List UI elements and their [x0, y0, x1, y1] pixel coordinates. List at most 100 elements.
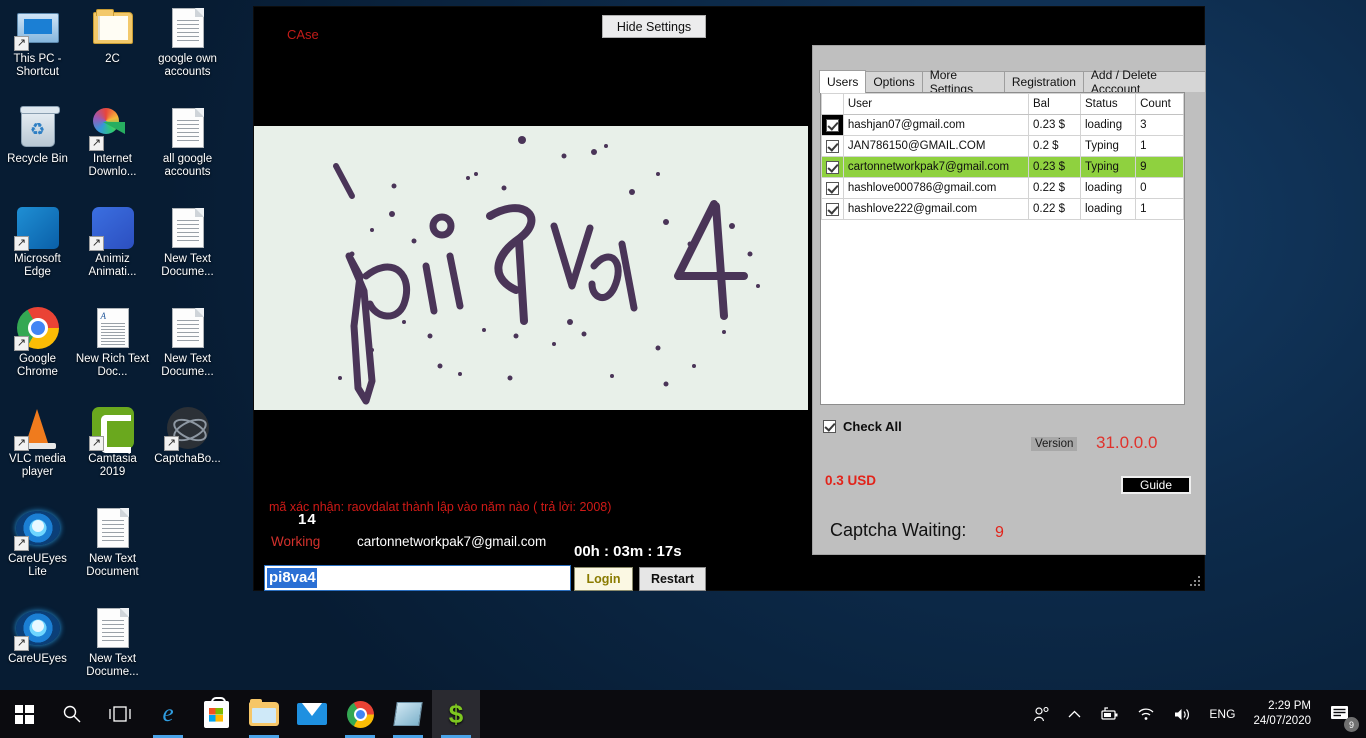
desktop-icon[interactable]: New Text Docume...	[75, 600, 150, 700]
notifications-button[interactable]: 9	[1320, 690, 1360, 738]
captcha-image	[254, 126, 808, 410]
shortcut-arrow-icon: ↗	[14, 36, 29, 51]
guide-button[interactable]: Guide	[1121, 476, 1191, 494]
folder-icon-art	[92, 8, 133, 44]
desktop-icon-label: New Text Docume...	[161, 253, 214, 278]
this-pc-icon: ↗	[14, 4, 61, 51]
desktop-icon[interactable]: New Text Docume...	[150, 200, 225, 300]
row-checkbox[interactable]	[825, 139, 839, 153]
tab-registration[interactable]: Registration	[1003, 71, 1084, 92]
row-checkbox-cell[interactable]	[821, 135, 844, 157]
desktop-icon[interactable]: ↗ Internet Downlo...	[75, 100, 150, 200]
edge-button[interactable]: e	[144, 690, 192, 738]
file-explorer-button[interactable]	[240, 690, 288, 738]
desktop-icon[interactable]: New Text Docume...	[150, 300, 225, 400]
text-document-icon	[164, 4, 211, 51]
notification-count: 9	[1344, 717, 1359, 732]
start-button[interactable]	[0, 690, 48, 738]
desktop-icon-label: Google Chrome	[17, 353, 58, 378]
table-row[interactable]: JAN786150@GMAIL.COM 0.2 $ Typing 1	[821, 135, 1184, 157]
resize-grip[interactable]	[1190, 576, 1202, 588]
row-checkbox-cell[interactable]	[821, 198, 844, 220]
table-row[interactable]: hashlove000786@gmail.com 0.22 $ loading 0	[821, 177, 1184, 199]
tab-more-settings[interactable]: More Settings	[921, 68, 1005, 96]
row-checkbox-cell[interactable]	[821, 177, 844, 199]
desktop-icon[interactable]: Recycle Bin	[0, 100, 75, 200]
cell-user: hashjan07@gmail.com	[842, 114, 1030, 136]
col-header-bal[interactable]: Bal	[1028, 93, 1081, 115]
row-checkbox-cell[interactable]	[821, 114, 844, 136]
row-checkbox-cell[interactable]	[821, 156, 844, 178]
recycle-bin-icon-art	[19, 105, 60, 147]
desktop-icon[interactable]: ↗ This PC - Shortcut	[0, 0, 75, 100]
cell-user: hashlove000786@gmail.com	[842, 177, 1030, 199]
cell-status: Typing	[1079, 156, 1137, 178]
windows-logo-icon	[14, 704, 34, 724]
col-header-checkbox[interactable]	[821, 93, 844, 115]
table-row[interactable]: hashlove222@gmail.com 0.22 $ loading 1	[821, 198, 1184, 220]
col-header-user[interactable]: User	[842, 93, 1030, 115]
captcha-answer-value: pi8va4	[267, 568, 317, 588]
desktop-icon[interactable]: ↗ CareUEyes	[0, 600, 75, 700]
network-button[interactable]	[1128, 690, 1164, 738]
desktop-icon[interactable]: ↗ Camtasia 2019	[75, 400, 150, 500]
captcha-app-window: CAse Hide Settings mã xác nhận: raovdala…	[253, 6, 1206, 591]
desktop-icon-label: all google accounts	[162, 153, 213, 178]
table-row[interactable]: hashjan07@gmail.com 0.23 $ loading 3	[821, 114, 1184, 136]
users-table-head: User Bal Status Count	[821, 93, 1184, 115]
search-button[interactable]	[48, 690, 96, 738]
check-all-checkbox[interactable]	[823, 420, 836, 433]
people-button[interactable]	[1024, 690, 1059, 738]
desktop-icon[interactable]: 2C	[75, 0, 150, 100]
tab-add-delete-acccount[interactable]: Add / Delete Acccount	[1082, 68, 1206, 96]
notepad-button[interactable]	[384, 690, 432, 738]
check-all-row[interactable]: Check All	[823, 419, 902, 434]
users-grid[interactable]: User Bal Status Count hashjan07@gmail.co…	[820, 92, 1185, 405]
row-checkbox[interactable]	[825, 160, 839, 174]
task-view-button[interactable]	[96, 690, 144, 738]
captcha-answer-input[interactable]: pi8va4	[264, 565, 571, 591]
show-hidden-icons-button[interactable]	[1059, 690, 1090, 738]
restart-button[interactable]: Restart	[639, 567, 706, 591]
battery-button[interactable]	[1090, 690, 1128, 738]
desktop-icon-label: New Text Document	[86, 553, 139, 578]
row-checkbox[interactable]	[825, 202, 839, 216]
rich-text-document-icon	[89, 304, 136, 351]
microsoft-store-button[interactable]	[192, 690, 240, 738]
desktop-icon[interactable]: New Text Document	[75, 500, 150, 600]
vlc-media-player-icon: ↗	[14, 404, 61, 451]
volume-button[interactable]	[1164, 690, 1200, 738]
captcha-waiting-value: 9	[995, 524, 1004, 541]
captcha-app-button[interactable]: $	[432, 690, 480, 738]
shortcut-arrow-icon: ↗	[14, 536, 29, 551]
settings-tab-strip: Users Options More Settings Registration Add…	[819, 68, 1206, 96]
desktop-icon[interactable]: ↗ CareUEyes Lite	[0, 500, 75, 600]
table-row[interactable]: cartonnetworkpak7@gmail.com 0.23 $ Typing 9	[821, 156, 1184, 178]
hide-settings-button[interactable]: Hide Settings	[602, 15, 706, 38]
desktop-icon-label: CareUEyes	[8, 653, 67, 665]
col-header-count[interactable]: Count	[1135, 93, 1184, 115]
desktop-icon[interactable]: all google accounts	[150, 100, 225, 200]
text-document-icon-art	[96, 507, 129, 548]
login-button[interactable]: Login	[574, 567, 633, 591]
tab-users[interactable]: Users	[819, 70, 867, 93]
row-checkbox[interactable]	[825, 181, 839, 195]
desktop-icon[interactable]: ↗ Microsoft Edge	[0, 200, 75, 300]
wifi-icon	[1138, 708, 1154, 720]
desktop-icon[interactable]: ↗ CaptchaBo...	[150, 400, 225, 500]
desktop-icon[interactable]: ↗ Google Chrome	[0, 300, 75, 400]
desktop-icon[interactable]: New Rich Text Doc...	[75, 300, 150, 400]
tab-options[interactable]: Options	[865, 71, 923, 92]
clock-button[interactable]: 2:29 PM 24/07/2020	[1244, 690, 1320, 738]
row-checkbox[interactable]	[825, 118, 839, 132]
camtasia-icon: ↗	[89, 404, 136, 453]
desktop-icon[interactable]: google own accounts	[150, 0, 225, 100]
desktop-icon[interactable]: ↗ VLC media player	[0, 400, 75, 500]
language-button[interactable]: ENG	[1200, 690, 1244, 738]
col-header-status[interactable]: Status	[1079, 93, 1137, 115]
version-label: Version	[1031, 437, 1078, 451]
desktop-icon-label: VLC media player	[9, 453, 66, 478]
mail-button[interactable]	[288, 690, 336, 738]
chrome-button[interactable]	[336, 690, 384, 738]
desktop-icon[interactable]: ↗ Animiz Animati...	[75, 200, 150, 300]
